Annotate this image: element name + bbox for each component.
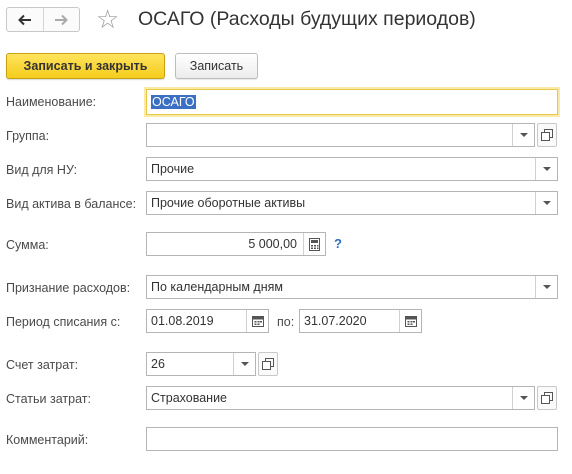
name-field[interactable]: ОСАГО: [146, 89, 558, 115]
period-from-calendar-button[interactable]: [246, 310, 268, 332]
cost-items-field[interactable]: Страхование: [146, 386, 535, 410]
amount-value: 5 000,00: [248, 237, 297, 251]
back-button[interactable]: [7, 8, 43, 31]
nu-type-field[interactable]: Прочие: [146, 157, 558, 181]
asset-type-value: Прочие оборотные активы: [151, 196, 306, 210]
calculator-button[interactable]: [303, 233, 325, 255]
asset-type-dropdown-button[interactable]: [535, 192, 557, 214]
period-from-field[interactable]: 01.08.2019: [146, 309, 269, 333]
recognition-field[interactable]: По календарным дням: [146, 275, 558, 299]
cost-items-value: Страхование: [151, 391, 228, 405]
calendar-icon: [251, 316, 264, 327]
amount-label: Сумма:: [6, 238, 49, 252]
recognition-value: По календарным дням: [151, 280, 283, 294]
group-open-button[interactable]: [537, 123, 557, 147]
chevron-down-icon: [542, 201, 551, 205]
forward-button[interactable]: [42, 8, 79, 31]
chevron-down-icon: [542, 285, 551, 289]
nu-type-label: Вид для НУ:: [6, 163, 78, 177]
navigation-buttons: [6, 7, 80, 32]
page-title: ОСАГО (Расходы будущих периодов): [138, 8, 476, 30]
chevron-down-icon: [519, 133, 528, 137]
group-dropdown-button[interactable]: [512, 124, 534, 146]
period-to-calendar-button[interactable]: [399, 310, 421, 332]
cost-items-open-button[interactable]: [537, 386, 557, 410]
cost-account-label: Счет затрат:: [6, 358, 79, 372]
recognition-label: Признание расходов:: [6, 281, 131, 295]
nu-type-value: Прочие: [151, 162, 195, 176]
cost-items-dropdown-button[interactable]: [512, 387, 534, 409]
nu-type-dropdown-button[interactable]: [535, 158, 557, 180]
cost-items-label: Статьи затрат:: [6, 392, 91, 406]
open-form-icon: [541, 392, 553, 404]
open-form-icon: [541, 129, 553, 141]
name-label: Наименование:: [6, 95, 97, 109]
star-icon[interactable]: ☆: [96, 4, 119, 34]
chevron-down-icon: [240, 362, 249, 366]
save-and-close-button[interactable]: Записать и закрыть: [6, 53, 165, 79]
comment-field[interactable]: [146, 427, 558, 451]
cost-account-value: 26: [151, 357, 165, 371]
cost-account-dropdown-button[interactable]: [233, 353, 255, 375]
cost-account-open-button[interactable]: [258, 352, 278, 376]
cost-account-field[interactable]: 26: [146, 352, 256, 376]
period-to-value: 31.07.2020: [304, 314, 367, 328]
group-label: Группа:: [6, 129, 50, 143]
amount-field[interactable]: 5 000,00: [146, 232, 326, 256]
calendar-icon: [404, 316, 417, 327]
period-label: Период списания с:: [6, 315, 121, 329]
open-form-icon: [262, 358, 274, 370]
asset-type-label: Вид актива в балансе:: [6, 197, 137, 211]
period-to-field[interactable]: 31.07.2020: [299, 309, 422, 333]
arrow-left-icon: [18, 14, 31, 25]
period-from-value: 01.08.2019: [151, 314, 214, 328]
name-value: ОСАГО: [151, 95, 196, 109]
chevron-down-icon: [542, 167, 551, 171]
chevron-down-icon: [519, 396, 528, 400]
group-field[interactable]: [146, 123, 535, 147]
calculator-icon: [309, 237, 320, 251]
asset-type-field[interactable]: Прочие оборотные активы: [146, 191, 558, 215]
save-button[interactable]: Записать: [175, 53, 258, 79]
amount-help-link[interactable]: ?: [334, 236, 342, 251]
period-to-label: по:: [277, 315, 295, 329]
recognition-dropdown-button[interactable]: [535, 276, 557, 298]
comment-label: Комментарий:: [6, 433, 89, 447]
arrow-right-icon: [55, 14, 69, 25]
